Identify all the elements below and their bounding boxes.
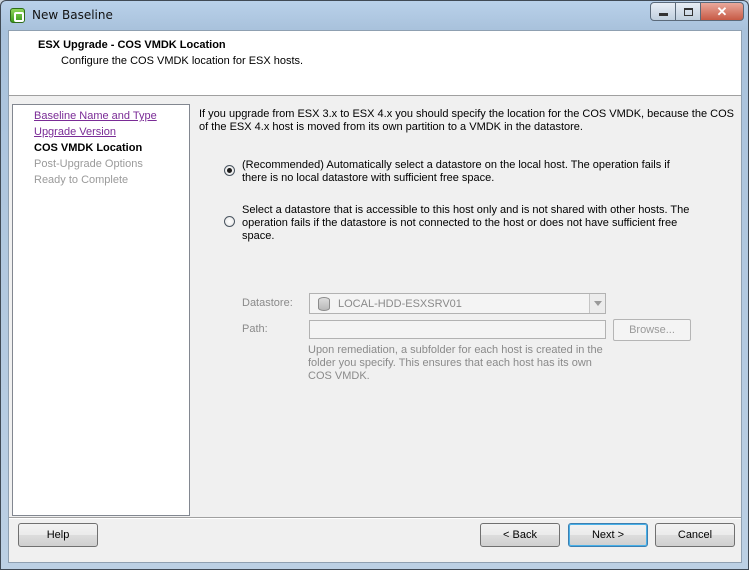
nav-step-post-upgrade-options: Post-Upgrade Options <box>34 158 143 170</box>
wizard-client-area: ESX Upgrade - COS VMDK Location Configur… <box>8 30 742 563</box>
nav-step-upgrade-version[interactable]: Upgrade Version <box>34 126 116 138</box>
chevron-down-icon[interactable] <box>589 294 605 313</box>
maximize-icon <box>683 7 693 16</box>
remediation-hint: Upon remediation, a subfolder for each h… <box>308 344 603 382</box>
nav-step-cos-vmdk-location: COS VMDK Location <box>34 142 143 154</box>
close-icon: ✕ <box>716 3 728 19</box>
title-bar[interactable]: New Baseline ✕ <box>1 1 748 29</box>
step-subtitle: Configure the COS VMDK location for ESX … <box>61 55 304 67</box>
maximize-button[interactable] <box>676 2 701 21</box>
specific-datastore-option-label[interactable]: Select a datastore that is accessible to… <box>242 204 697 243</box>
nav-step-ready-to-complete: Ready to Complete <box>34 174 129 186</box>
footer-divider <box>9 517 741 519</box>
back-button[interactable]: < Back <box>480 523 560 547</box>
close-button[interactable]: ✕ <box>701 2 744 21</box>
app-icon <box>10 8 25 23</box>
path-input[interactable] <box>309 320 606 339</box>
datastore-label: Datastore: <box>242 297 293 309</box>
minimize-button[interactable] <box>650 2 676 21</box>
step-title: ESX Upgrade - COS VMDK Location <box>38 39 226 51</box>
path-label: Path: <box>242 323 268 335</box>
wizard-steps-nav: Baseline Name and Type Upgrade Version C… <box>12 104 190 516</box>
window-controls: ✕ <box>650 2 744 21</box>
specific-datastore-radio[interactable] <box>224 216 235 227</box>
cancel-button[interactable]: Cancel <box>655 523 735 547</box>
datastore-icon <box>318 297 330 311</box>
datastore-selected-value: LOCAL-HDD-ESXSRV01 <box>338 298 462 310</box>
minimize-icon <box>658 13 668 16</box>
intro-text: If you upgrade from ESX 3.x to ESX 4.x y… <box>199 108 734 133</box>
wizard-window: New Baseline ✕ ESX Upgrade - COS VMDK Lo… <box>0 0 749 570</box>
next-button[interactable]: Next > <box>568 523 648 547</box>
nav-step-baseline-name-and-type[interactable]: Baseline Name and Type <box>34 110 157 122</box>
datastore-select[interactable]: LOCAL-HDD-ESXSRV01 <box>309 293 606 314</box>
help-button[interactable]: Help <box>18 523 98 547</box>
wizard-header: ESX Upgrade - COS VMDK Location Configur… <box>9 31 741 96</box>
browse-button[interactable]: Browse... <box>613 319 691 341</box>
window-title: New Baseline <box>32 8 113 22</box>
auto-datastore-radio[interactable] <box>224 165 235 176</box>
auto-datastore-option-label[interactable]: (Recommended) Automatically select a dat… <box>242 159 697 185</box>
